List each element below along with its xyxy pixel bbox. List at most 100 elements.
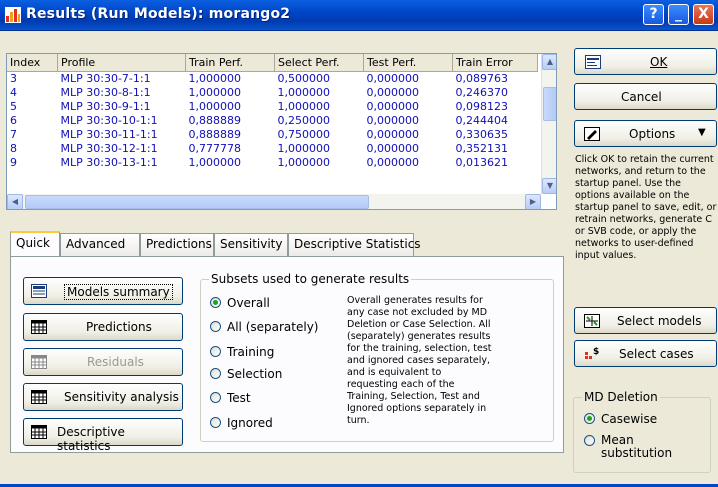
cell-train-perf: 1,000000 <box>188 72 242 85</box>
cell-test-perf: 0,000000 <box>366 72 420 85</box>
mean-substitution-label: Mean substitution <box>601 433 673 460</box>
select-models-button[interactable]: Select models <box>574 307 717 334</box>
scroll-left-button[interactable]: ◀ <box>7 194 23 209</box>
cell-train-error: 0,352131 <box>455 142 509 155</box>
mean-substitution-radio[interactable]: Mean substitution <box>584 434 694 466</box>
table-row[interactable]: 8 MLP 30:30-12-1:1 0,777778 1,000000 0,00000… <box>7 142 538 156</box>
sensitivity-analysis-label: Sensitivity analysis <box>64 390 179 404</box>
svg-text:$: $ <box>593 347 599 357</box>
cell-select-perf: 1,000000 <box>277 156 331 169</box>
subset-training-label: Training <box>227 345 275 359</box>
tab-sensitivity[interactable]: Sensitivity <box>214 233 288 256</box>
table-row[interactable]: 5 MLP 30:30-9-1:1 1,000000 1,000000 0,000000… <box>7 100 538 114</box>
cell-select-perf: 1,000000 <box>277 86 331 99</box>
table-row[interactable]: 6 MLP 30:30-10-1:1 0,888889 0,250000 0,00000… <box>7 114 538 128</box>
subsets-description: Overall generates results for any case n… <box>347 295 492 426</box>
scroll-right-button[interactable]: ▶ <box>525 194 541 209</box>
radio-dot <box>584 413 595 424</box>
cell-profile: MLP 30:30-9-1:1 <box>60 100 151 113</box>
cell-select-perf: 0,500000 <box>277 72 331 85</box>
cell-select-perf: 0,250000 <box>277 114 331 127</box>
options-icon <box>584 127 600 141</box>
column-header[interactable]: Train Perf. <box>185 54 275 72</box>
table-header-row: Index Profile Train Perf. Select Perf. T… <box>7 54 538 72</box>
select-cases-button[interactable]: $ Select cases <box>574 340 717 367</box>
column-header[interactable]: Profile <box>57 54 186 72</box>
vertical-scroll-thumb[interactable] <box>543 87 556 121</box>
grid-icon <box>31 390 47 404</box>
cell-index: 4 <box>10 86 17 99</box>
cell-train-perf: 1,000000 <box>188 86 242 99</box>
cell-index: 8 <box>10 142 17 155</box>
models-summary-label: Models summary <box>64 284 173 300</box>
close-button[interactable]: X <box>693 4 714 25</box>
cell-profile: MLP 30:30-13-1:1 <box>60 156 158 169</box>
radio-dot <box>210 297 221 308</box>
predictions-button[interactable]: Predictions <box>23 313 183 341</box>
residuals-button[interactable]: Residuals <box>23 348 183 376</box>
cell-profile: MLP 30:30-10-1:1 <box>60 114 158 127</box>
minimize-button[interactable]: _ <box>668 4 689 25</box>
tab-descriptive-statistics[interactable]: Descriptive Statistics <box>288 233 421 256</box>
tab-predictions[interactable]: Predictions <box>140 233 214 256</box>
horizontal-scroll-thumb[interactable] <box>25 195 369 209</box>
column-header[interactable]: Index <box>7 54 58 72</box>
models-summary-button[interactable]: Models summary <box>23 277 183 305</box>
md-deletion-group: MD Deletion Casewise Mean substitution <box>573 390 711 473</box>
descriptive-statistics-button[interactable]: Descriptive statistics <box>23 418 183 453</box>
subsets-title: Subsets used to generate results <box>209 272 412 286</box>
options-button[interactable]: Options ▼ <box>574 120 717 147</box>
cell-profile: MLP 30:30-12-1:1 <box>60 142 158 155</box>
grid-icon <box>31 355 47 369</box>
table-row[interactable]: 4 MLP 30:30-8-1:1 1,000000 1,000000 0,000000… <box>7 86 538 100</box>
subset-selection-label: Selection <box>227 367 283 381</box>
radio-dot <box>210 392 221 403</box>
cell-train-error: 0,244404 <box>455 114 509 127</box>
residuals-label: Residuals <box>87 355 144 369</box>
ok-button[interactable]: OK <box>574 48 717 75</box>
cell-index: 7 <box>10 128 17 141</box>
tab-quick[interactable]: Quick <box>10 231 60 256</box>
casewise-label: Casewise <box>601 412 658 426</box>
scroll-down-button[interactable]: ▼ <box>542 178 556 194</box>
subset-overall-label: Overall <box>227 296 270 310</box>
table-row[interactable]: 9 MLP 30:30-13-1:1 1,000000 1,000000 0,00000… <box>7 156 538 170</box>
ok-label: OK <box>650 55 668 69</box>
options-label: Options <box>629 127 676 141</box>
column-header[interactable]: Train Error <box>452 54 538 72</box>
column-header[interactable]: Select Perf. <box>274 54 364 72</box>
table-row[interactable]: 7 MLP 30:30-11-1:1 0,888889 0,750000 0,00000… <box>7 128 538 142</box>
cell-select-perf: 0,750000 <box>277 128 331 141</box>
cell-index: 3 <box>10 72 17 85</box>
sensitivity-analysis-button[interactable]: Sensitivity analysis <box>23 383 183 411</box>
subset-ignored-label: Ignored <box>227 416 273 430</box>
results-grid[interactable]: Index Profile Train Perf. Select Perf. T… <box>6 53 557 210</box>
table-row[interactable]: 3 MLP 30:30-7-1:1 1,000000 0,500000 0,000000… <box>7 72 538 87</box>
tab-advanced[interactable]: Advanced <box>60 233 140 256</box>
cell-train-error: 0,089763 <box>455 72 509 85</box>
cell-profile: MLP 30:30-8-1:1 <box>60 86 151 99</box>
column-header[interactable]: Test Perf. <box>363 54 453 72</box>
cancel-button[interactable]: Cancel <box>574 83 717 110</box>
radio-dot <box>210 368 221 379</box>
cell-test-perf: 0,000000 <box>366 86 420 99</box>
cell-train-error: 0,246370 <box>455 86 509 99</box>
select-models-icon <box>584 314 600 328</box>
cell-select-perf: 1,000000 <box>277 100 331 113</box>
grid-icon <box>31 425 47 439</box>
radio-dot <box>210 321 221 332</box>
help-button[interactable]: ? <box>643 4 664 25</box>
cell-train-error: 0,330635 <box>455 128 509 141</box>
cell-test-perf: 0,000000 <box>366 128 420 141</box>
scroll-up-button[interactable]: ▲ <box>542 54 556 70</box>
cell-train-perf: 1,000000 <box>188 100 242 113</box>
chevron-down-icon: ▼ <box>698 127 706 138</box>
cancel-label: Cancel <box>621 90 662 104</box>
ok-icon <box>585 55 601 69</box>
cell-select-perf: 1,000000 <box>277 142 331 155</box>
cell-index: 9 <box>10 156 17 169</box>
grid-icon <box>31 320 47 334</box>
vertical-scrollbar[interactable]: ▲ ▼ <box>541 54 556 194</box>
horizontal-scrollbar[interactable]: ◀ ▶ <box>7 194 541 209</box>
title-bar: Results (Run Models): morango2 ? _ X <box>0 0 718 31</box>
